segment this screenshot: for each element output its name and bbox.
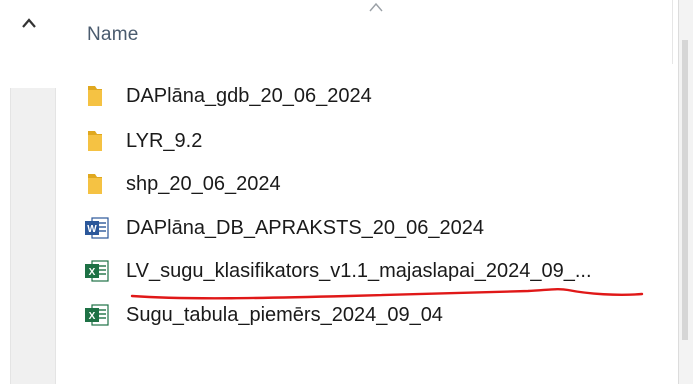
file-name: LYR_9.2 <box>126 129 203 152</box>
file-name: LV_sugu_klasifikators_v1.1_majaslapai_20… <box>126 259 592 282</box>
file-name: DAPlāna_gdb_20_06_2024 <box>126 84 372 107</box>
excel-document-icon: X <box>84 258 114 284</box>
file-list: DAPlāna_gdb_20_06_2024 LYR_9.2 shp_20_06… <box>0 0 680 384</box>
svg-text:W: W <box>87 224 97 235</box>
file-name: shp_20_06_2024 <box>126 172 281 195</box>
list-item-excel-document[interactable]: X LV_sugu_klasifikators_v1.1_majaslapai_… <box>84 253 674 289</box>
list-item-folder[interactable]: shp_20_06_2024 <box>84 166 674 202</box>
svg-text:X: X <box>89 311 96 322</box>
folder-icon <box>84 83 114 109</box>
svg-text:X: X <box>89 267 96 278</box>
excel-document-icon: X <box>84 302 114 328</box>
vertical-scrollbar[interactable] <box>678 0 693 384</box>
file-name: DAPlāna_DB_APRAKSTS_20_06_2024 <box>126 216 485 239</box>
red-underline-annotation <box>130 287 644 300</box>
file-name: Sugu_tabula_piemērs_2024_09_04 <box>126 303 443 326</box>
list-item-folder[interactable]: LYR_9.2 <box>84 123 674 159</box>
scrollbar-thumb[interactable] <box>682 40 688 340</box>
file-explorer-window: Name DAPlāna_gdb_20_06_2024 LYR_9.2 shp_… <box>0 0 693 384</box>
word-document-icon: W <box>84 215 114 241</box>
list-item-word-document[interactable]: W DAPlāna_DB_APRAKSTS_20_06_2024 <box>84 210 674 246</box>
list-item-folder[interactable]: DAPlāna_gdb_20_06_2024 <box>84 78 674 114</box>
folder-icon <box>84 128 114 154</box>
folder-icon <box>84 171 114 197</box>
